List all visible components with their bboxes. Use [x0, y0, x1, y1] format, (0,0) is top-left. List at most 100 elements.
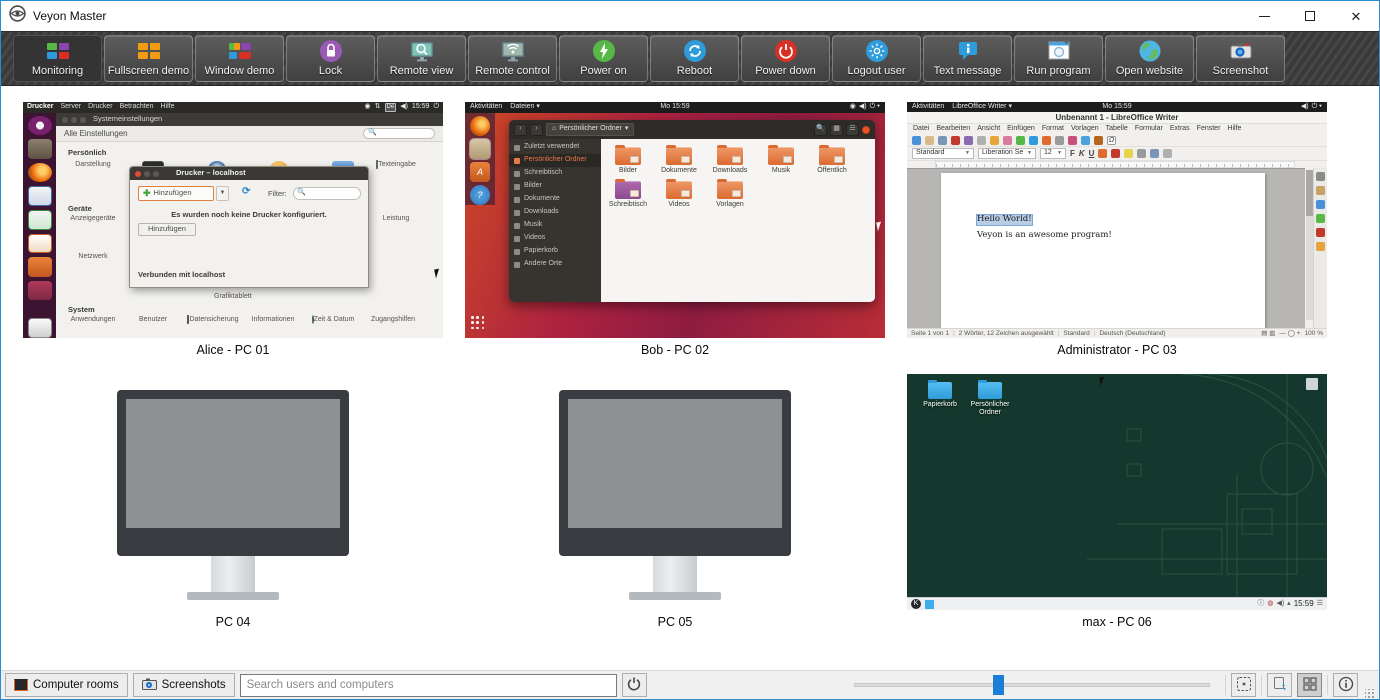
computer-label-pc03: Administrator - PC 03 — [907, 338, 1327, 361]
auto-fit-button[interactable] — [1231, 673, 1256, 697]
pc06-clipboard-tray-icon: ◍ — [1267, 600, 1273, 608]
pc02-veyon-tray-icon: ◉ — [850, 103, 856, 111]
pc03-topbar: Mo 15:59 Aktivitäten LibreOffice Writer … — [907, 102, 1327, 112]
offline-monitor-icon — [559, 390, 791, 556]
auto-fit-icon — [1236, 676, 1252, 695]
power-down-button[interactable]: Power down — [741, 35, 830, 82]
computer-label-pc06: max - PC 06 — [907, 610, 1327, 633]
pc06-screenshot: Papierkorb Persönlicher Ordner K ⓘ ◍ ◀) … — [907, 374, 1327, 610]
power-on-button[interactable]: Power on — [559, 35, 648, 82]
about-button[interactable] — [1333, 673, 1358, 697]
pc03-document-area: Hello World! Veyon is an awesome program… — [907, 168, 1305, 328]
pc03-window-title: Unbenannt 1 - LibreOffice Writer — [907, 112, 1327, 124]
computer-rooms-button[interactable]: Computer rooms — [5, 673, 128, 697]
pc01-add-printer-button2: Hinzufügen — [138, 223, 196, 236]
computer-label-pc02: Bob - PC 02 — [465, 338, 885, 361]
grid-view-button[interactable] — [1297, 673, 1322, 697]
screenshots-button[interactable]: Screenshots — [133, 673, 235, 697]
logout-user-icon — [864, 38, 890, 64]
computer-tile-pc03[interactable]: Mo 15:59 Aktivitäten LibreOffice Writer … — [907, 102, 1327, 361]
pc03-italic-icon: K — [1079, 149, 1085, 158]
remote-control-button[interactable]: Remote control — [468, 35, 557, 82]
pc03-ruler — [935, 161, 1295, 168]
pc03-power-icon: ⏻ ▾ — [1312, 103, 1322, 111]
lock-icon — [318, 38, 344, 64]
firefox-dock-icon — [470, 116, 490, 136]
text-message-icon — [955, 38, 981, 64]
run-program-button[interactable]: Run program — [1014, 35, 1103, 82]
power-down-icon — [773, 38, 799, 64]
reboot-icon — [682, 38, 708, 64]
reboot-button[interactable]: Reboot — [650, 35, 739, 82]
bottom-statusbar: Computer rooms Screenshots — [1, 670, 1379, 699]
screenshot-button[interactable]: Screenshot — [1196, 35, 1285, 82]
computer-tile-pc01[interactable]: Drucker Server Drucker Betrachten Hilfe … — [23, 102, 443, 361]
screenshots-icon — [142, 678, 157, 693]
power-on-icon — [591, 38, 617, 64]
pc03-style-combo: Standard▼ — [912, 148, 974, 159]
remote-control-icon — [500, 38, 526, 64]
pc01-launcher-dock — [23, 113, 56, 338]
kde-launcher-icon: K — [911, 599, 921, 609]
resize-grip[interactable] — [1365, 689, 1375, 699]
pc03-underline-icon: U — [1089, 149, 1095, 158]
text-message-button[interactable]: Text message — [923, 35, 1012, 82]
pc02-power-icon: ⏻ ▾ — [870, 103, 880, 111]
pc03-volume-icon: ◀) — [1301, 103, 1309, 111]
logout-user-button[interactable]: Logout user — [832, 35, 921, 82]
open-website-icon — [1137, 38, 1163, 64]
session-tray-icon: ⏻ — [433, 103, 439, 111]
computer-tile-pc06[interactable]: Papierkorb Persönlicher Ordner K ⓘ ◍ ◀) … — [907, 374, 1327, 633]
files-dock-icon — [470, 139, 490, 159]
pc01-filter-input: 🔍 — [293, 187, 361, 200]
maximize-button[interactable] — [1287, 1, 1333, 31]
sort-order-button[interactable] — [1267, 673, 1292, 697]
pc03-screenshot: Mo 15:59 Aktivitäten LibreOffice Writer … — [907, 102, 1327, 338]
info-icon — [1338, 676, 1354, 695]
lock-button[interactable]: Lock — [286, 35, 375, 82]
pc02-topbar: Mo 15:59 Aktivitäten Dateien ▾ ◉ ◀) ⏻ ▾ — [465, 102, 885, 113]
computer-tile-pc05[interactable]: PC 05 — [465, 374, 885, 633]
pc02-menu-icon: ☰ — [846, 124, 859, 136]
veyon-tray-icon: ◉ — [365, 103, 371, 111]
keyboard-layout-badge: De — [385, 103, 397, 112]
pc01-settings-titlebar: Systemeinstellungen — [56, 113, 443, 126]
computer-tile-pc02[interactable]: Mo 15:59 Aktivitäten Dateien ▾ ◉ ◀) ⏻ ▾ … — [465, 102, 885, 361]
thumbnail-size-slider[interactable] — [854, 675, 1210, 695]
slider-handle[interactable] — [993, 675, 1004, 695]
pc06-task-entry — [925, 600, 934, 609]
pc03-menubar: DateiBearbeiten AnsichtEinfügen FormatVo… — [907, 124, 1327, 134]
remote-view-button[interactable]: Remote view — [377, 35, 466, 82]
pc06-desktop-toolbox-icon — [1306, 378, 1318, 390]
pc03-scrollbar — [1306, 170, 1313, 320]
pc02-app-grid-icon — [471, 316, 485, 330]
pc03-format-toolbar: Standard▼ Liberation Se▼ 12▼ F K U — [907, 147, 1327, 161]
minimize-button[interactable] — [1241, 1, 1287, 31]
window-demo-icon — [227, 38, 253, 64]
pc03-standard-toolbar: Ω — [907, 134, 1327, 147]
computer-label-pc01: Alice - PC 01 — [23, 338, 443, 361]
pc03-bold-icon: F — [1070, 149, 1075, 158]
close-button[interactable]: ✕ — [1333, 1, 1379, 31]
open-website-button[interactable]: Open website — [1105, 35, 1194, 82]
pc06-volume-tray-icon: ◀) — [1276, 600, 1284, 608]
titlebar: Veyon Master ✕ — [1, 1, 1379, 31]
computer-monitoring-grid: Drucker Server Drucker Betrachten Hilfe … — [1, 86, 1379, 670]
monitoring-button[interactable]: Monitoring — [13, 35, 102, 82]
grid-view-icon — [1302, 676, 1318, 695]
computer-tile-pc04[interactable]: PC 04 — [23, 374, 443, 633]
window-demo-button[interactable]: Window demo — [195, 35, 284, 82]
fullscreen-demo-button[interactable]: Fullscreen demo — [104, 35, 193, 82]
pc02-path-bar: ⌂ Persönlicher Ordner ▾ — [546, 123, 634, 136]
pc06-expand-tray-icon: ▴ — [1287, 600, 1291, 608]
remote-view-icon — [409, 38, 435, 64]
pc03-statusbar: Seite 1 von 1| 2 Wörter, 12 Zeichen ausg… — [907, 328, 1327, 338]
pc06-blueprint-wallpaper — [1087, 374, 1327, 597]
pc02-folder-grid: Bilder Dokumente Downloads Musik Öffentl… — [601, 139, 875, 302]
power-filter-button[interactable] — [622, 673, 647, 697]
pc02-volume-icon: ◀) — [859, 103, 867, 111]
offline-monitor-icon — [117, 390, 349, 556]
search-input[interactable] — [240, 674, 617, 697]
volume-tray-icon: ◀) — [400, 103, 408, 111]
run-program-icon — [1046, 38, 1072, 64]
